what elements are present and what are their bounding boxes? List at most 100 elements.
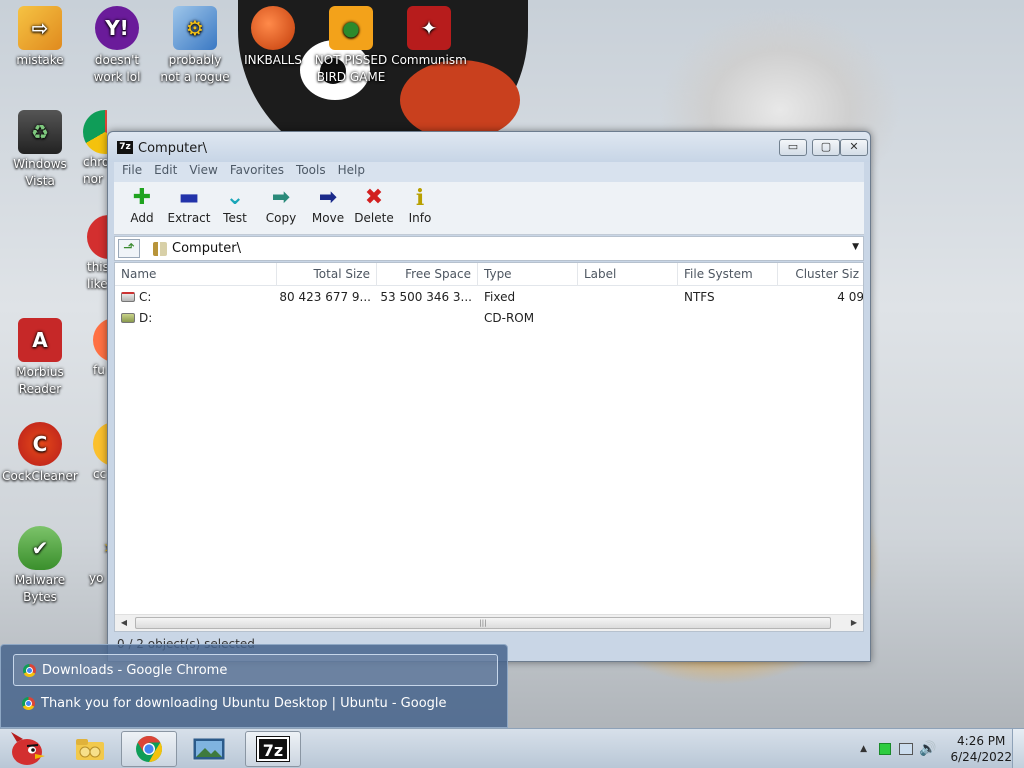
desktop-icon-label: Communism xyxy=(391,53,467,67)
up-folder-button[interactable]: ⬏ xyxy=(118,239,140,258)
popup-item-ubuntu[interactable]: Thank you for downloading Ubuntu Desktop… xyxy=(13,688,498,743)
tray-status-icon[interactable] xyxy=(879,743,892,755)
cell-cluster-size: 4 09 xyxy=(837,290,864,304)
info-label: Info xyxy=(408,211,432,225)
scroll-right-icon[interactable]: ▶ xyxy=(847,616,861,630)
desktop-icon-label: INKBALLS xyxy=(244,53,302,67)
column-file-system[interactable]: File System xyxy=(678,263,778,286)
table-row[interactable]: D: CD-ROM xyxy=(115,308,863,329)
taskbar-photo-button[interactable] xyxy=(181,731,237,767)
delete-button[interactable]: ✖ Delete xyxy=(351,185,397,225)
minimize-button[interactable]: ▭ xyxy=(779,139,807,156)
desktop-icon-bird-game[interactable]: ● NOT PISSED BIRD GAME xyxy=(311,6,391,86)
column-name[interactable]: Name xyxy=(115,263,277,286)
column-free-space[interactable]: Free Space xyxy=(377,263,478,286)
chrome-window-list-popup: Downloads - Google Chrome Thank you for … xyxy=(0,644,508,743)
copy-button[interactable]: ➡ Copy xyxy=(258,185,304,225)
desktop-icon-label: not a rogue xyxy=(160,70,230,84)
popup-item-label: Downloads - Google Chrome xyxy=(42,663,228,678)
program-icon xyxy=(87,215,107,259)
desktop-icon-label: this xyxy=(87,260,107,274)
desktop-icon-label: Bytes xyxy=(23,590,57,604)
desktop-icon-malware-bytes[interactable]: ✔ Malware Bytes xyxy=(0,526,80,606)
move-button[interactable]: ➡ Move xyxy=(305,185,351,225)
desktop-icon-morbius-reader[interactable]: A Morbius Reader xyxy=(0,318,80,398)
pig-icon: ● xyxy=(329,6,373,50)
info-button[interactable]: i Info xyxy=(397,185,443,225)
menu-favorites[interactable]: Favorites xyxy=(224,162,290,179)
menu-edit[interactable]: Edit xyxy=(148,162,183,179)
column-label[interactable]: Label xyxy=(578,263,678,286)
taskbar-chrome-button[interactable] xyxy=(121,731,177,767)
popup-item-downloads[interactable]: Downloads - Google Chrome xyxy=(13,654,498,686)
desktop-icon-fu[interactable]: fu xyxy=(77,318,107,379)
cleaner-icon: C xyxy=(18,422,62,466)
yahoo-icon: Y! xyxy=(95,6,139,50)
desktop-icon-rogue[interactable]: ⚙ probably not a rogue xyxy=(155,6,235,86)
desktop-icon-this[interactable]: this like xyxy=(77,215,107,293)
menu-tools[interactable]: Tools xyxy=(290,162,332,179)
start-button[interactable] xyxy=(5,730,47,768)
desktop-icon-cc[interactable]: cc xyxy=(77,422,107,483)
cd-drive-icon xyxy=(121,313,135,323)
desktop-icon-label: fu xyxy=(93,363,105,377)
scroll-thumb[interactable]: ||| xyxy=(135,617,831,629)
angry-bird-start-icon xyxy=(11,732,45,765)
column-cluster-size[interactable]: Cluster Siz xyxy=(778,263,863,286)
show-desktop-button[interactable] xyxy=(1012,729,1024,768)
close-button[interactable]: ✕ xyxy=(840,139,868,156)
column-type[interactable]: Type xyxy=(478,263,578,286)
taskbar-7zip-button[interactable]: 7z xyxy=(245,731,301,767)
desktop-icon-label: probably xyxy=(168,53,222,67)
extract-button[interactable]: ▬ Extract xyxy=(166,185,212,225)
add-button[interactable]: ✚ Add xyxy=(119,185,165,225)
clock[interactable]: 4:26 PM 6/24/2022 xyxy=(950,733,1012,765)
address-input[interactable]: Computer\ xyxy=(172,241,241,256)
horizontal-scrollbar[interactable]: ◀ ||| ▶ xyxy=(115,614,863,631)
pdf-icon: A xyxy=(18,318,62,362)
menu-bar: File Edit View Favorites Tools Help xyxy=(114,162,864,182)
desktop-icon-yahoo[interactable]: Y! doesn't work lol xyxy=(77,6,157,86)
toolbar: ✚ Add ▬ Extract ⌄ Test ➡ Copy ➡ Move ✖ D… xyxy=(114,182,864,235)
desktop-icon-yo[interactable]: ✶ yo xyxy=(77,526,107,587)
desktop-icon-communism[interactable]: ✦ Communism xyxy=(389,6,469,69)
program-icon xyxy=(93,422,107,466)
test-label: Test xyxy=(223,211,247,225)
test-icon: ⌄ xyxy=(225,185,245,210)
move-icon: ➡ xyxy=(318,185,338,210)
menu-file[interactable]: File xyxy=(114,162,148,179)
scroll-left-icon[interactable]: ◀ xyxy=(117,616,131,630)
desktop-icon-chrome[interactable]: chro nor xyxy=(77,110,107,188)
desktop-icon-label: work lol xyxy=(93,70,141,84)
menu-help[interactable]: Help xyxy=(332,162,371,179)
taskbar-explorer-button[interactable] xyxy=(62,731,118,767)
info-icon: i xyxy=(415,185,425,211)
desktop-icon-inkballs[interactable]: INKBALLS xyxy=(233,6,313,69)
volume-icon[interactable]: 🔊 xyxy=(919,741,936,757)
table-row[interactable]: C: 80 423 677 9... 53 500 346 3... Fixed… xyxy=(115,287,863,308)
desktop-icon-cockcleaner[interactable]: C CockCleaner xyxy=(0,422,80,485)
address-dropdown-icon[interactable]: ▼ xyxy=(852,242,859,252)
desktop-icon-label: cc xyxy=(93,467,107,481)
window-title: Computer\ xyxy=(138,141,208,156)
seven-zip-icon: 7z xyxy=(256,736,290,762)
add-icon: ✚ xyxy=(132,185,152,210)
desktop-icon-label: like xyxy=(87,277,107,291)
menu-view[interactable]: View xyxy=(183,162,223,179)
network-icon[interactable] xyxy=(899,743,914,755)
program-icon: ⇨ xyxy=(18,6,62,50)
desktop-icon-mistake[interactable]: ⇨ mistake xyxy=(0,6,80,69)
column-total-size[interactable]: Total Size xyxy=(277,263,377,286)
desktop-icon-windows-vista[interactable]: ♻ Windows Vista xyxy=(0,110,80,190)
show-hidden-icons[interactable]: ▲ xyxy=(860,744,867,754)
cell-type: CD-ROM xyxy=(484,311,535,325)
title-bar[interactable]: 7z Computer\ ▭ ▢ ✕ xyxy=(108,132,870,162)
test-button[interactable]: ⌄ Test xyxy=(212,185,258,225)
maximize-button[interactable]: ▢ xyxy=(812,139,840,156)
desktop-icon-label: doesn't xyxy=(94,53,140,67)
cell-file-system: NTFS xyxy=(684,290,715,304)
desktop-icon-label: nor xyxy=(83,172,103,186)
desktop-icon-label: mistake xyxy=(16,53,64,67)
computer-icon xyxy=(153,242,167,256)
chrome-icon xyxy=(83,110,107,154)
